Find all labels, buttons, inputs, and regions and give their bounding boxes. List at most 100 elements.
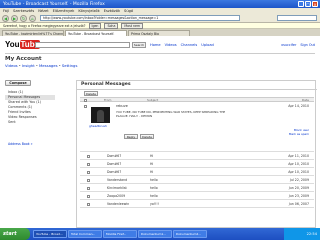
navigation-toolbar: ◀ ▶ ↻ ⌂ http://www.youtube.com/inbox?fol… (0, 14, 320, 23)
panel-divider (77, 89, 317, 90)
account-nav-messages[interactable]: Messages (39, 63, 58, 68)
panel-title: Personal Messages (81, 82, 131, 87)
row-subject[interactable]: Hi (150, 168, 153, 176)
reload-icon[interactable]: ↻ (20, 14, 27, 22)
row-date: Apr 10, 2010 (288, 162, 309, 166)
back-icon[interactable]: ◀ (2, 14, 9, 22)
youtube-search-button[interactable]: Search (132, 42, 146, 48)
table-row[interactable]: Kircimarklist hello Jun 20, 2009 (80, 184, 314, 192)
row-subject[interactable]: yo!!!! (150, 200, 159, 208)
compose-button[interactable]: Compose (5, 80, 31, 86)
username-link[interactable]: xsuccifer (281, 42, 296, 48)
row-date: Apr 10, 2010 (288, 170, 309, 174)
signout-link[interactable]: Sign Out (300, 42, 315, 48)
taskbar-item[interactable]: Total Comman... (68, 230, 102, 238)
row-checkbox[interactable] (87, 154, 90, 158)
avatar[interactable] (91, 107, 110, 123)
row-from[interactable]: Vandenleewin (107, 200, 129, 208)
not-now-button[interactable]: Most nem (121, 22, 144, 29)
mark-spam-link[interactable]: Mark as spam (289, 132, 309, 137)
account-nav-insight[interactable]: Insight (22, 63, 35, 68)
message-subject: rebuve (116, 104, 128, 108)
column-subject: Subject (147, 98, 159, 102)
clock: 22:54 (306, 232, 317, 236)
page-title: My Account (5, 56, 42, 62)
row-subject[interactable]: Hi (150, 160, 153, 168)
select-all-checkbox[interactable] (84, 98, 87, 102)
youtube-header: YouTube Search Home Videos Channels Uplo… (5, 40, 315, 52)
menu-history[interactable]: Előzmények (53, 9, 75, 13)
remember-password-button[interactable]: Igen (88, 22, 102, 29)
row-date: Jul 22, 2009 (289, 178, 309, 182)
maximize-icon[interactable]: □ (305, 1, 311, 7)
taskbar-item[interactable]: Dokumentum2... (173, 230, 207, 238)
delete-message-button[interactable]: Delete (140, 134, 154, 139)
close-icon[interactable]: × (312, 1, 318, 7)
row-subject[interactable]: hello (150, 176, 158, 184)
nav-upload[interactable]: Upload (201, 42, 214, 48)
menu-tools[interactable]: Eszközök (104, 9, 120, 13)
row-checkbox[interactable] (87, 186, 90, 190)
row-from[interactable]: Vanderstand (107, 176, 127, 184)
account-nav: Videos • Insight • Messages • Settings (5, 63, 78, 68)
home-icon[interactable]: ⌂ (29, 14, 36, 22)
nav-channels[interactable]: Channels (181, 42, 198, 48)
row-subject[interactable]: hello (150, 192, 158, 200)
column-date: Date (301, 98, 309, 102)
row-checkbox[interactable] (87, 202, 90, 206)
taskbar-item[interactable]: Mozilla Firef... (103, 230, 137, 238)
taskbar-item[interactable]: YouTube - Broad... (33, 230, 67, 238)
tab-bar: YouTube - kazimirtenlirt%77's Channel Yo… (0, 29, 320, 36)
table-row[interactable]: Vanderstand hello Jul 22, 2009 (80, 176, 314, 184)
forward-icon[interactable]: ▶ (11, 14, 18, 22)
row-subject[interactable]: hello (150, 184, 158, 192)
table-row[interactable]: Dom#67 Hi Apr 10, 2010 (80, 160, 314, 168)
address-bar[interactable]: http://www.youtube.com/inbox?folder=mess… (40, 15, 240, 21)
message-actions: Block user Mark as spam (289, 128, 309, 137)
row-from[interactable]: Dom#67 (107, 160, 121, 168)
menu-bookmarks[interactable]: Könyvjelzők (78, 9, 99, 13)
row-checkbox[interactable] (87, 170, 90, 174)
message-checkbox[interactable] (84, 105, 87, 108)
open-message: gheadbrush rebuve Apr 14, 2010 YOU TUBE,… (80, 103, 314, 152)
row-subject[interactable]: Hi (150, 152, 153, 160)
notification-text: Szeretné, hogy a Firefox megjegyezze ezt… (3, 23, 86, 28)
youtube-nav: Home Videos Channels Upload (150, 42, 214, 48)
youtube-search-input[interactable] (35, 42, 130, 48)
row-checkbox[interactable] (87, 178, 90, 182)
menu-view[interactable]: Nézet (38, 9, 48, 13)
table-header: From Subject Date (80, 97, 314, 102)
menu-file[interactable]: Fájl (3, 9, 9, 13)
message-date: Apr 14, 2010 (288, 104, 309, 108)
minimize-icon[interactable]: _ (298, 1, 304, 7)
row-from[interactable]: Kircimarklist (107, 184, 127, 192)
address-book-link[interactable]: Address Book » (8, 142, 33, 146)
window-controls: _ □ × (298, 1, 318, 7)
start-button[interactable]: start (0, 228, 30, 240)
menu-edit[interactable]: Szerkesztés (13, 9, 34, 13)
table-row[interactable]: Dom#67 Hi Apr 10, 2010 (80, 168, 314, 176)
bulk-delete-button[interactable]: Delete (84, 91, 98, 96)
reply-button[interactable]: Reply (124, 134, 138, 139)
row-checkbox[interactable] (87, 162, 90, 166)
youtube-logo[interactable]: YouTube (5, 40, 41, 50)
browser-search-input[interactable] (277, 15, 317, 21)
row-from[interactable]: Dom#67 (107, 168, 121, 176)
row-checkbox[interactable] (87, 194, 90, 198)
row-from[interactable]: Dom#67 (107, 152, 121, 160)
row-from[interactable]: Zoopa2009 (107, 192, 125, 200)
menu-help[interactable]: Súgó (124, 9, 133, 13)
never-remember-button[interactable]: Soha (104, 22, 119, 29)
account-nav-videos[interactable]: Videos (5, 63, 18, 68)
nav-videos[interactable]: Videos (165, 42, 177, 48)
account-nav-settings[interactable]: Settings (62, 63, 78, 68)
page-content: YouTube Search Home Videos Channels Uplo… (0, 36, 320, 228)
table-row[interactable]: Vandenleewin yo!!!! Jun 06, 2007 (80, 200, 314, 208)
taskbar-item[interactable]: Dokumentum1... (138, 230, 172, 238)
sender-name[interactable]: gheadbrush (89, 124, 107, 128)
table-row[interactable]: Zoopa2009 hello Jun 23, 2009 (80, 192, 314, 200)
table-row[interactable]: Dom#67 Hi Apr 11, 2010 (80, 152, 314, 160)
nav-home[interactable]: Home (150, 42, 161, 48)
folder-sent[interactable]: Sent (5, 120, 55, 125)
row-date: Jun 06, 2007 (288, 202, 309, 206)
